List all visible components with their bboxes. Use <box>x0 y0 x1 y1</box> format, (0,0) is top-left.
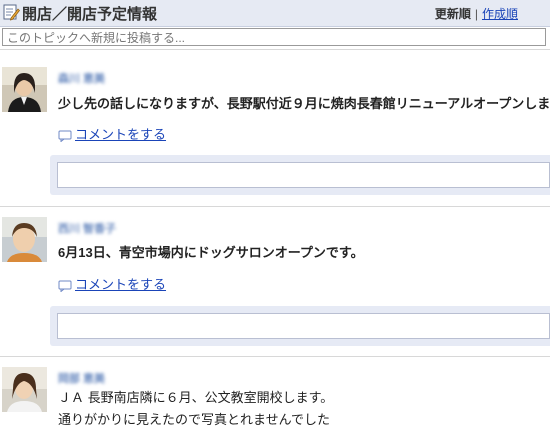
avatar[interactable] <box>2 217 47 262</box>
post-text: 6月13日、青空市場内にドッグサロンオープンです。 <box>58 245 364 260</box>
comment-input[interactable] <box>57 313 550 339</box>
new-topic-field[interactable] <box>2 28 546 46</box>
speech-bubble-icon <box>58 280 72 292</box>
post-text: 通りがかりに見えたので写真とれませんでした <box>58 412 330 427</box>
post-author[interactable]: 西川 智香子 <box>58 220 116 236</box>
comment-link[interactable]: コメントをする <box>75 127 166 142</box>
avatar-photo <box>2 217 47 262</box>
page-title: 開店／開店予定情報 <box>22 6 158 23</box>
sort-updated-label: 更新順 <box>434 7 471 21</box>
comment-input[interactable] <box>57 162 550 188</box>
divider <box>0 356 550 357</box>
comment-box <box>50 306 550 346</box>
comment-link-row[interactable]: コメントをする <box>58 124 166 143</box>
topic-header: 開店／開店予定情報 更新順 | 作成順 <box>0 0 550 27</box>
divider <box>0 206 550 207</box>
comment-link-row[interactable]: コメントをする <box>58 274 166 293</box>
new-topic-input[interactable] <box>7 30 545 46</box>
post-author[interactable]: 岡部 恵美 <box>58 370 105 386</box>
post-author[interactable]: 森川 恵美 <box>58 70 105 86</box>
avatar-photo <box>2 67 47 112</box>
sort-created-link[interactable]: 作成順 <box>482 7 518 21</box>
avatar-photo <box>2 367 47 412</box>
post-text: 少し先の話しになりますが、長野駅付近９月に焼肉長春館リニューアルオープンします。 <box>58 96 550 111</box>
sort-controls: 更新順 | 作成順 <box>435 5 518 22</box>
sort-separator: | <box>474 7 478 21</box>
comment-link[interactable]: コメントをする <box>75 277 166 292</box>
avatar[interactable] <box>2 67 47 112</box>
avatar[interactable] <box>2 367 47 412</box>
post-text: ＪＡ 長野南店隣に６月、公文教室開校します。 <box>58 390 334 405</box>
comment-box <box>50 155 550 195</box>
notepad-edit-icon <box>3 4 20 21</box>
speech-bubble-icon <box>58 130 72 142</box>
divider <box>0 49 550 50</box>
